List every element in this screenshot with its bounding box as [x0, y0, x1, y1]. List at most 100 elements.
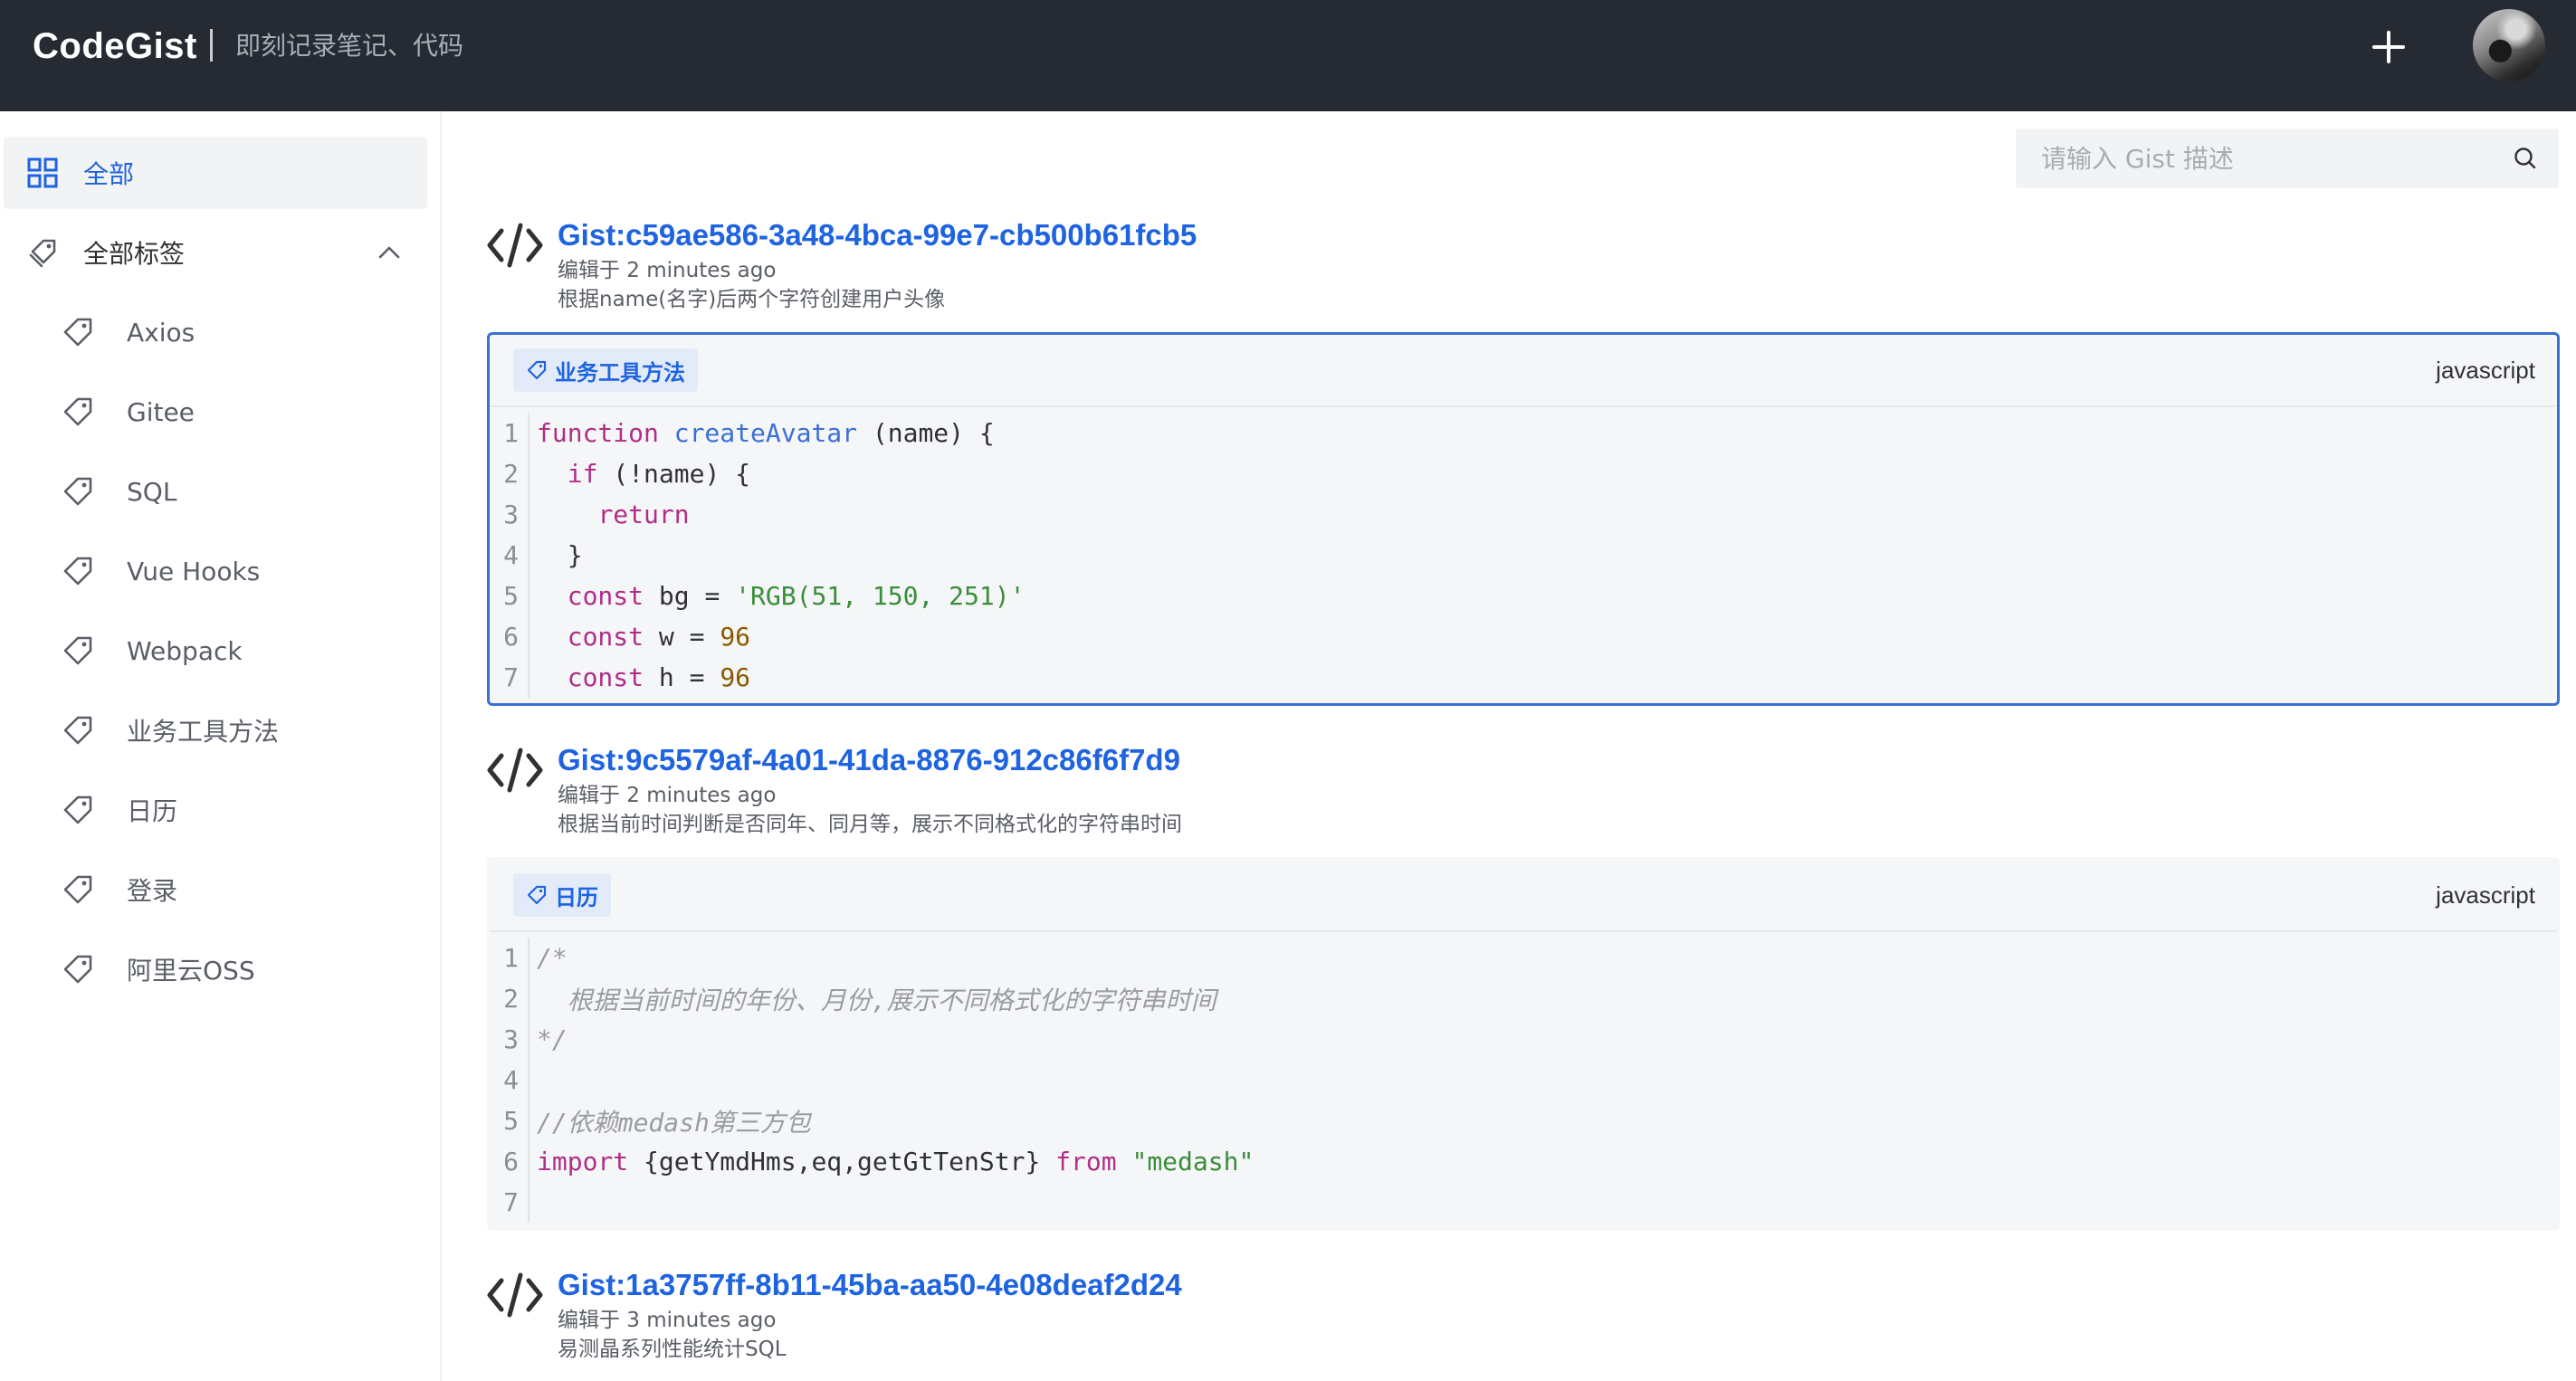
line-number: 7: [490, 657, 530, 698]
line-number: 3: [490, 494, 530, 535]
code-text: //依赖medash第三方包: [537, 1107, 811, 1138]
main-content: Gist:c59ae586-3a48-4bca-99e7-cb500b61fcb…: [444, 111, 2576, 1381]
sidebar-tag-label: Gitee: [127, 396, 195, 427]
sidebar-tag-axios[interactable]: Axios: [4, 296, 427, 368]
gist-header: Gist:9c5579af-4a01-41da-8876-912c86f6f7d…: [487, 741, 2560, 846]
gist-title-link[interactable]: Gist:1a3757ff-8b11-45ba-aa50-4e08deaf2d2…: [558, 1266, 1182, 1304]
line-number: 4: [490, 1060, 530, 1100]
sidebar-tag-label: 业务工具方法: [127, 717, 280, 747]
gist-description: 易测晶系列性能统计SQL: [558, 1338, 787, 1361]
sidebar-tag-business-utils[interactable]: 业务工具方法: [4, 694, 427, 767]
gist-edited-time: 编辑于 2 minutes ago: [558, 784, 777, 807]
code-line: 2 根据当前时间的年份、月份,展示不同格式化的字符串时间: [490, 978, 2557, 1019]
search-box: [2016, 129, 2559, 188]
sidebar-tag-label: Webpack: [127, 635, 243, 666]
gist-edited-time: 编辑于 2 minutes ago: [558, 259, 777, 282]
line-number: 7: [490, 1182, 530, 1223]
gist-item: Gist:1a3757ff-8b11-45ba-aa50-4e08deaf2d2…: [487, 1266, 2560, 1371]
sidebar-tag-label: Vue Hooks: [127, 556, 261, 586]
code-block: 1 function createAvatar (name) { 2 if (!n…: [490, 407, 2557, 703]
line-number: 6: [490, 616, 530, 657]
code-block: 1/* 2 根据当前时间的年份、月份,展示不同格式化的字符串时间 3 */ 4 5…: [490, 932, 2557, 1228]
sidebar-tag-calendar[interactable]: 日历: [4, 774, 427, 846]
gist-title-link[interactable]: Gist:c59ae586-3a48-4bca-99e7-cb500b61fcb…: [558, 216, 1197, 254]
tags-icon: [29, 239, 56, 268]
code-line: 3 */: [490, 1019, 2557, 1060]
code-text: import {getYmdHms,eq,getGtTenStr} from "…: [537, 1147, 1255, 1176]
line-number: 5: [490, 576, 530, 616]
code-card-toolbar: 业务工具方法 javascript: [490, 335, 2557, 407]
brand-divider: [210, 29, 213, 62]
sidebar-tag-label: SQL: [127, 476, 177, 507]
code-card[interactable]: 日历 javascript 1/* 2 根据当前时间的年份、月份,展示不同格式化…: [487, 857, 2560, 1231]
user-avatar[interactable]: [2473, 9, 2545, 81]
code-text: return: [597, 500, 690, 529]
code-line: 6 const w = 96: [490, 616, 2557, 657]
gist-item: Gist:9c5579af-4a01-41da-8876-912c86f6f7d…: [487, 741, 2560, 1231]
code-line: 5 const bg = 'RGB(51, 150, 251)': [490, 576, 2557, 616]
sidebar-item-label: 全部标签: [83, 239, 186, 269]
gist-item: Gist:c59ae586-3a48-4bca-99e7-cb500b61fcb…: [487, 216, 2560, 706]
chevron-up-icon[interactable]: [375, 238, 404, 267]
tag-icon: [63, 557, 92, 586]
gist-edited-time: 编辑于 3 minutes ago: [558, 1309, 777, 1332]
tag-icon: [527, 360, 547, 380]
search-input[interactable]: [2016, 129, 2512, 188]
sidebar-tag-webpack[interactable]: Webpack: [4, 614, 427, 687]
sidebar-tag-aliyun-oss[interactable]: 阿里云OSS: [4, 933, 427, 1005]
code-line: 1/*: [490, 938, 2557, 978]
tag-icon: [63, 397, 92, 426]
sidebar-tag-gitee[interactable]: Gitee: [4, 376, 427, 448]
code-text: }: [537, 540, 583, 570]
code-line: 7 const h = 96: [490, 657, 2557, 698]
sidebar-tag-vue-hooks[interactable]: Vue Hooks: [4, 535, 427, 607]
tag-icon: [63, 716, 92, 745]
code-line: 2 if (!name) {: [490, 453, 2557, 494]
sidebar-item-all[interactable]: 全部: [4, 137, 427, 209]
tag-icon: [63, 636, 92, 665]
line-number: 6: [490, 1141, 530, 1182]
code-line: 7: [490, 1182, 2557, 1223]
line-number: 1: [490, 938, 530, 978]
code-icon: [487, 223, 543, 268]
sidebar-tag-label: 日历: [127, 796, 178, 826]
code-text: const bg = 'RGB(51, 150, 251)': [567, 581, 1026, 611]
code-text: const h = 96: [567, 662, 751, 692]
code-language: javascript: [2436, 881, 2535, 909]
gist-tag-chip[interactable]: 业务工具方法: [513, 348, 698, 392]
code-line: 3 return: [490, 494, 2557, 535]
line-number: 4: [490, 535, 530, 576]
code-line: 6 import {getYmdHms,eq,getGtTenStr} from …: [490, 1141, 2557, 1182]
sidebar: 全部 全部标签 Axios Gitee SQL Vue Hooks Webpac…: [0, 111, 442, 1381]
brand-logo[interactable]: CodeGist: [33, 24, 197, 69]
tag-icon: [63, 318, 92, 347]
gist-tag-label: 日历: [555, 884, 598, 910]
code-text: function createAvatar (name) {: [537, 418, 995, 448]
gist-tag-chip[interactable]: 日历: [513, 873, 611, 917]
line-number: 2: [490, 453, 530, 494]
tag-icon: [63, 955, 92, 984]
gist-title-link[interactable]: Gist:9c5579af-4a01-41da-8876-912c86f6f7d…: [558, 741, 1180, 779]
code-icon: [487, 748, 543, 793]
line-number: 5: [490, 1100, 530, 1141]
code-text: 根据当前时间的年份、月份,展示不同格式化的字符串时间: [537, 985, 1216, 1015]
sidebar-tag-label: 登录: [127, 876, 178, 906]
sidebar-tag-sql[interactable]: SQL: [4, 455, 427, 528]
gist-header: Gist:1a3757ff-8b11-45ba-aa50-4e08deaf2d2…: [487, 1266, 2560, 1371]
sidebar-tag-label: Axios: [127, 317, 196, 348]
line-number: 3: [490, 1019, 530, 1060]
add-gist-button[interactable]: [2368, 22, 2409, 72]
code-text: /*: [537, 943, 568, 973]
grid-icon: [27, 157, 58, 188]
tag-icon: [63, 795, 92, 824]
code-card[interactable]: 业务工具方法 javascript 1 function createAvatar…: [487, 332, 2560, 706]
sidebar-tag-label: 阿里云OSS: [127, 956, 255, 986]
sidebar-tags-group[interactable]: 全部标签: [4, 216, 427, 289]
plus-icon: [2372, 31, 2405, 63]
brand-subtitle: 即刻记录笔记、代码: [235, 31, 464, 61]
search-icon[interactable]: [2512, 145, 2539, 172]
tag-icon: [63, 875, 92, 904]
gist-description: 根据name(名字)后两个字符创建用户头像: [558, 288, 946, 311]
gist-description: 根据当前时间判断是否同年、同月等，展示不同格式化的字符串时间: [558, 813, 1182, 836]
sidebar-tag-login[interactable]: 登录: [4, 853, 427, 926]
